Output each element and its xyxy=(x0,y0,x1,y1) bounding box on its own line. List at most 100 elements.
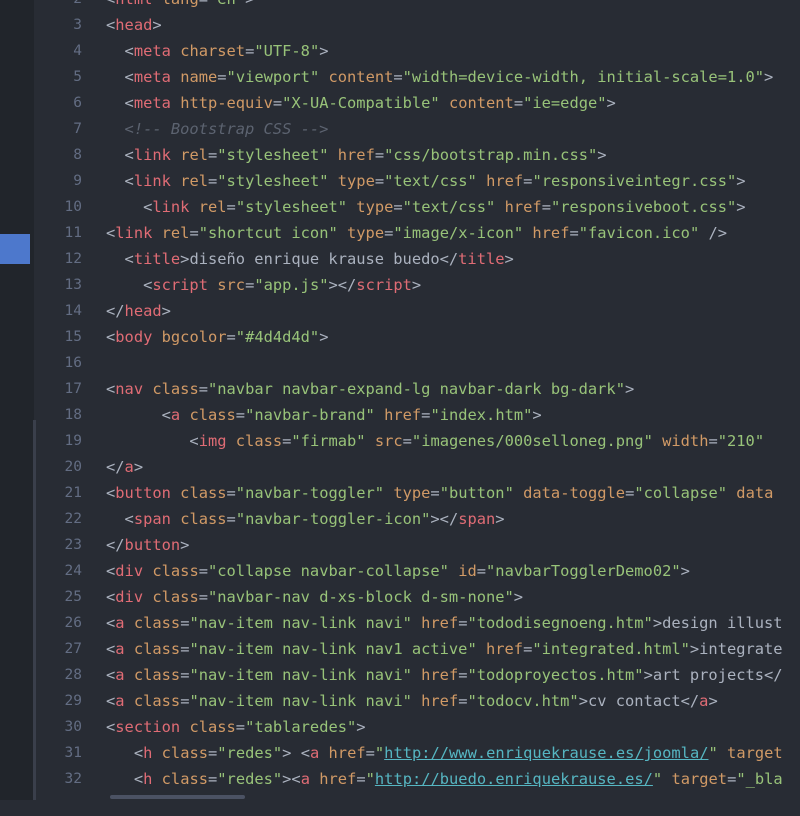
sidebar-active-item[interactable] xyxy=(0,234,30,264)
punctuation xyxy=(477,172,486,190)
line-number: 6 xyxy=(73,95,82,111)
code-line[interactable]: 5 <meta name="viewport" content="width=d… xyxy=(36,64,800,90)
code-line[interactable]: 8 <link rel="stylesheet" href="css/boots… xyxy=(36,142,800,168)
punctuation: = xyxy=(226,198,236,216)
punctuation: > xyxy=(245,0,254,8)
attribute-name: href xyxy=(421,692,459,710)
attribute-name: type xyxy=(337,172,375,190)
code-text: <section class="tablaredes"> xyxy=(106,714,366,740)
punctuation: < xyxy=(106,718,116,736)
code-line[interactable]: 14 </head> xyxy=(36,298,800,324)
punctuation: > < xyxy=(282,744,310,762)
code-line[interactable]: 26 <a class = "nav-item nav-link navi" href… xyxy=(36,610,800,636)
attribute-value: "text/css" xyxy=(402,198,496,216)
code-line[interactable]: 20 </a> xyxy=(36,454,800,480)
punctuation: = xyxy=(198,380,208,398)
code-line[interactable]: 30 <section class="tablaredes"> xyxy=(36,714,800,740)
punctuation: >diseño enrique krause buedo</ xyxy=(180,250,459,268)
code-line[interactable]: 25 <div class="navbar-nav d-xs-block d-sm… xyxy=(36,584,800,610)
punctuation: = xyxy=(282,432,292,450)
punctuation: > xyxy=(319,42,329,60)
code-text: <!-- Bootstrap CSS --> xyxy=(106,116,329,142)
attribute-value: "tododisegnoeng.htm" xyxy=(467,614,653,632)
punctuation xyxy=(143,380,152,398)
attribute-value: "redes" xyxy=(217,770,283,788)
tag-name: title xyxy=(458,250,505,268)
code-line[interactable]: 21 <button class="navbar-toggler" type="b… xyxy=(36,480,800,506)
punctuation: < xyxy=(124,68,134,86)
url-link[interactable]: http://buedo.enriquekrause.es/ xyxy=(375,770,653,788)
punctuation: >cv contact</ xyxy=(578,692,700,710)
code-editor[interactable]: 2<html lang="en">3<head>4 <meta charset=… xyxy=(36,0,800,816)
punctuation xyxy=(208,276,217,294)
punctuation: > xyxy=(532,406,542,424)
horizontal-scrollbar[interactable] xyxy=(110,795,245,799)
code-line[interactable]: 18 <a class="navbar-brand" href="index.h… xyxy=(36,402,800,428)
punctuation: > xyxy=(504,250,514,268)
code-line[interactable]: 19 <img class="firmab" src="imagenes/000… xyxy=(36,428,800,454)
punctuation: = xyxy=(541,198,551,216)
tag-name: link xyxy=(152,198,190,216)
attribute-value: "navbar navbar-expand-lg navbar-dark bg-… xyxy=(208,380,625,398)
code-line[interactable]: 10 <link rel="stylesheet" type="text/css… xyxy=(36,194,800,220)
code-line[interactable]: 22 <span class="navbar-toggler-icon"></s… xyxy=(36,506,800,532)
tag-name: a xyxy=(170,406,181,424)
punctuation: = xyxy=(208,146,218,164)
code-line[interactable]: 6 <meta http-equiv="X-UA-Compatible" con… xyxy=(36,90,800,116)
line-number: 4 xyxy=(73,43,82,59)
code-line[interactable]: 32 <h class="redes"><a href="http://bued… xyxy=(36,766,800,792)
punctuation: < xyxy=(124,94,134,112)
punctuation: < xyxy=(106,380,116,398)
code-line[interactable]: 11 <link rel="shortcut icon" type="image/… xyxy=(36,220,800,246)
code-line[interactable]: 4 <meta charset="UTF-8"> xyxy=(36,38,800,64)
punctuation: = xyxy=(365,744,375,762)
url-link[interactable]: http://www.enriquekrause.es/joomla/ xyxy=(384,744,708,762)
code-line[interactable]: 7 <!-- Bootstrap CSS --> xyxy=(36,116,800,142)
attribute-value: "css/bootstrap.min.css" xyxy=(384,146,598,164)
code-line[interactable]: 28 <a class = "nav-item nav-link navi" href… xyxy=(36,662,800,688)
attribute-name: http-equiv xyxy=(180,94,273,112)
punctuation xyxy=(440,94,449,112)
attribute-value: "ie=edge" xyxy=(523,94,607,112)
attribute-name: class xyxy=(133,666,181,684)
code-text: <nav class="navbar navbar-expand-lg navb… xyxy=(106,376,634,402)
attribute-value: "viewport" xyxy=(226,68,320,86)
punctuation: = xyxy=(513,94,524,112)
code-line[interactable]: 12 <title>diseño enrique krause buedo</t… xyxy=(36,246,800,272)
code-line[interactable]: 29 <a class = "nav-item nav-link navi" href… xyxy=(36,688,800,714)
code-line[interactable]: 16 xyxy=(36,350,800,376)
attribute-value: "210" xyxy=(717,432,765,450)
code-line[interactable]: 27 <a class = "nav-item nav-link nav1 activ… xyxy=(36,636,800,662)
attribute-value: "app.js" xyxy=(254,276,329,294)
attribute-value: "favicon.ico" xyxy=(578,224,700,242)
code-line[interactable]: 23 </button> xyxy=(36,532,800,558)
code-line[interactable]: 24 <div class="collapse navbar-collapse" … xyxy=(36,558,800,584)
attribute-name: href xyxy=(486,640,524,658)
code-text: <img class="firmab" src="imagenes/000sel… xyxy=(106,428,764,454)
code-line[interactable]: 15 <body bgcolor="#4d4d4d"> xyxy=(36,324,800,350)
attribute-name: href xyxy=(486,172,524,190)
code-line[interactable]: 17 <nav class="navbar navbar-expand-lg na… xyxy=(36,376,800,402)
punctuation: = xyxy=(226,328,236,346)
code-text: <html lang="en"> xyxy=(106,0,254,12)
code-text: <link rel="stylesheet" href="css/bootstr… xyxy=(106,142,607,168)
code-line[interactable]: 31 <h class="redes"> <a href="http://www… xyxy=(36,740,800,766)
punctuation: >< xyxy=(282,770,301,788)
tag-name: button xyxy=(124,536,181,554)
code-text: <script src="app.js"></script> xyxy=(106,272,421,298)
punctuation xyxy=(653,432,662,450)
punctuation: = xyxy=(569,224,579,242)
code-line[interactable]: 3 <head> xyxy=(36,12,800,38)
punctuation xyxy=(412,692,421,710)
tag-name: a xyxy=(300,770,310,788)
code-line[interactable]: 9 <link rel="stylesheet" type="text/css"… xyxy=(36,168,800,194)
code-line[interactable]: 13 <script src="app.js"></script> xyxy=(36,272,800,298)
line-number: 16 xyxy=(64,355,82,371)
punctuation xyxy=(171,146,180,164)
attribute-name: class xyxy=(133,692,181,710)
code-line[interactable]: 2 <html lang="en"> xyxy=(36,0,800,12)
